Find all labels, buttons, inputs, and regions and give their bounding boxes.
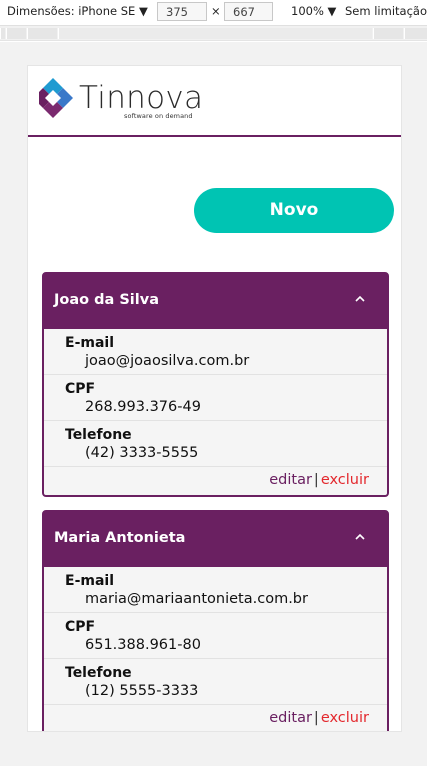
throttle-select[interactable]: Sem limitação xyxy=(345,4,427,18)
height-input[interactable]: 667 xyxy=(224,2,273,21)
contact-name: Maria Antonieta xyxy=(54,530,186,546)
email-row: E-mail maria@mariaantonieta.com.br xyxy=(44,567,387,613)
card-actions: editar | excluir xyxy=(44,467,387,495)
phone-label: Telefone xyxy=(65,665,132,681)
new-contact-button[interactable]: Novo xyxy=(194,188,394,233)
device-viewport: Tinnova software on demand Novo Joao da … xyxy=(27,65,402,732)
chevron-down-icon: ▼ xyxy=(327,4,337,18)
device-select[interactable]: Dimensões: iPhone SE ▼ xyxy=(7,4,148,18)
cpf-row: CPF 268.993.376-49 xyxy=(44,375,387,421)
logo-wordmark: Tinnova xyxy=(79,80,204,116)
cpf-label: CPF xyxy=(65,381,96,397)
chevron-up-icon[interactable] xyxy=(355,294,365,304)
phone-label: Telefone xyxy=(65,427,132,443)
action-separator: | xyxy=(313,710,319,726)
devtools-toolbar: Dimensões: iPhone SE ▼ 375 × 667 100% ▼ … xyxy=(0,0,427,24)
width-input[interactable]: 375 xyxy=(157,2,207,21)
contact-card: Joao da Silva E-mail joao@joaosilva.com.… xyxy=(42,272,389,497)
card-actions: editar | excluir xyxy=(44,705,387,731)
edit-link[interactable]: editar xyxy=(269,710,312,726)
email-label: E-mail xyxy=(65,573,115,589)
contact-name: Joao da Silva xyxy=(54,292,159,308)
cpf-value: 268.993.376-49 xyxy=(85,399,201,415)
cpf-label: CPF xyxy=(65,619,96,635)
action-separator: | xyxy=(313,472,319,488)
tinnova-logo-icon xyxy=(39,78,73,118)
chevron-down-icon: ▼ xyxy=(138,4,148,18)
app-header: Tinnova software on demand xyxy=(28,66,401,137)
card-header[interactable]: Joao da Silva xyxy=(44,274,387,329)
edit-link[interactable]: editar xyxy=(269,472,312,488)
email-value: maria@mariaantonieta.com.br xyxy=(85,591,308,607)
email-value: joao@joaosilva.com.br xyxy=(85,353,250,369)
delete-link[interactable]: excluir xyxy=(321,710,369,726)
times-icon: × xyxy=(211,4,221,18)
logo-tagline: software on demand xyxy=(124,112,193,120)
zoom-select[interactable]: 100% ▼ xyxy=(291,4,336,18)
phone-value: (42) 3333-5555 xyxy=(85,445,199,461)
contact-card: Maria Antonieta E-mail maria@mariaantoni… xyxy=(42,510,389,731)
cpf-row: CPF 651.388.961-80 xyxy=(44,613,387,659)
zoom-label: 100% xyxy=(291,4,324,18)
phone-row: Telefone (42) 3333-5555 xyxy=(44,421,387,467)
email-row: E-mail joao@joaosilva.com.br xyxy=(44,329,387,375)
chevron-up-icon[interactable] xyxy=(355,532,365,542)
device-label: Dimensões: iPhone SE xyxy=(7,4,136,18)
phone-row: Telefone (12) 5555-3333 xyxy=(44,659,387,705)
phone-value: (12) 5555-3333 xyxy=(85,683,199,699)
cpf-value: 651.388.961-80 xyxy=(85,637,201,653)
media-query-ruler xyxy=(0,25,427,41)
email-label: E-mail xyxy=(65,335,115,351)
card-header[interactable]: Maria Antonieta xyxy=(44,512,387,567)
delete-link[interactable]: excluir xyxy=(321,472,369,488)
